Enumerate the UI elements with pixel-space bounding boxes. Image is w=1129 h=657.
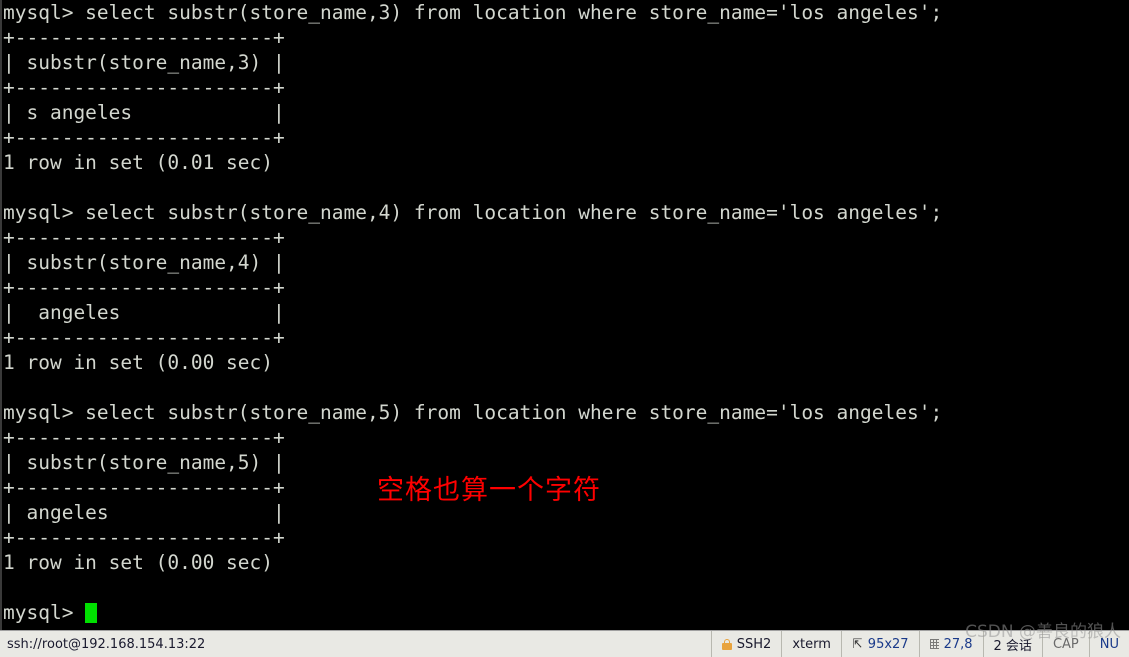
terminal-window: mysql> select substr(store_name,3) from … bbox=[0, 0, 1129, 657]
status-terminal-type-cell[interactable]: xterm bbox=[781, 631, 841, 657]
status-caps-label: CAP bbox=[1052, 636, 1079, 652]
terminal-line: | s angeles | bbox=[3, 101, 285, 124]
terminal-output-area[interactable]: mysql> select substr(store_name,3) from … bbox=[0, 0, 1129, 630]
terminal-line: +----------------------+ bbox=[3, 26, 285, 49]
terminal-line: +----------------------+ bbox=[3, 426, 285, 449]
terminal-line: +----------------------+ bbox=[3, 526, 285, 549]
status-dimensions-label: 95x27 bbox=[867, 636, 909, 652]
status-caps-cell: CAP bbox=[1041, 631, 1089, 657]
terminal-line: +----------------------+ bbox=[3, 276, 285, 299]
status-terminal-type-label: xterm bbox=[792, 636, 831, 652]
terminal-line: +----------------------+ bbox=[3, 326, 285, 349]
status-sessions-label: 2 会话 bbox=[993, 638, 1032, 654]
grid-icon bbox=[929, 639, 939, 649]
terminal-line: | angeles | bbox=[3, 301, 285, 324]
resize-arrow-icon: ⇱ bbox=[852, 636, 863, 652]
terminal-cursor bbox=[85, 603, 98, 623]
terminal-line: mysql> select substr(store_name,3) from … bbox=[3, 1, 943, 24]
status-num-cell: NU bbox=[1088, 631, 1129, 657]
terminal-line: | substr(store_name,5) | bbox=[3, 451, 285, 474]
terminal-line: mysql> select substr(store_name,4) from … bbox=[3, 201, 943, 224]
status-bar: ssh://root@192.168.154.13:22 SSH2 xterm … bbox=[0, 630, 1129, 657]
terminal-lines: mysql> select substr(store_name,3) from … bbox=[3, 0, 1127, 625]
lock-icon bbox=[721, 638, 732, 650]
red-annotation-text: 空格也算一个字符 bbox=[377, 475, 601, 506]
terminal-line: mysql> select substr(store_name,5) from … bbox=[3, 401, 943, 424]
status-dimensions-cell[interactable]: ⇱ 95x27 bbox=[840, 631, 919, 657]
terminal-line: 1 row in set (0.00 sec) bbox=[3, 351, 274, 374]
status-connection-string: ssh://root@192.168.154.13:22 bbox=[7, 636, 206, 652]
terminal-line: | substr(store_name,4) | bbox=[3, 251, 285, 274]
terminal-line: +----------------------+ bbox=[3, 126, 285, 149]
terminal-line: | substr(store_name,3) | bbox=[3, 51, 285, 74]
status-sessions-cell[interactable]: 2 会话 bbox=[982, 631, 1042, 657]
status-protocol-label: SSH2 bbox=[736, 636, 772, 652]
status-cursor-position-label: 27,8 bbox=[943, 636, 973, 652]
prompt-text: mysql> bbox=[3, 601, 86, 624]
terminal-line: +----------------------+ bbox=[3, 76, 285, 99]
terminal-line: +----------------------+ bbox=[3, 226, 285, 249]
window-left-border bbox=[0, 0, 2, 630]
status-num-label: NU bbox=[1099, 636, 1119, 652]
status-protocol-cell[interactable]: SSH2 bbox=[710, 631, 782, 657]
terminal-line: 1 row in set (0.00 sec) bbox=[3, 551, 274, 574]
terminal-line: 1 row in set (0.01 sec) bbox=[3, 151, 274, 174]
terminal-prompt-line[interactable]: mysql> bbox=[3, 600, 1127, 625]
status-cursor-position-cell[interactable]: 27,8 bbox=[918, 631, 983, 657]
